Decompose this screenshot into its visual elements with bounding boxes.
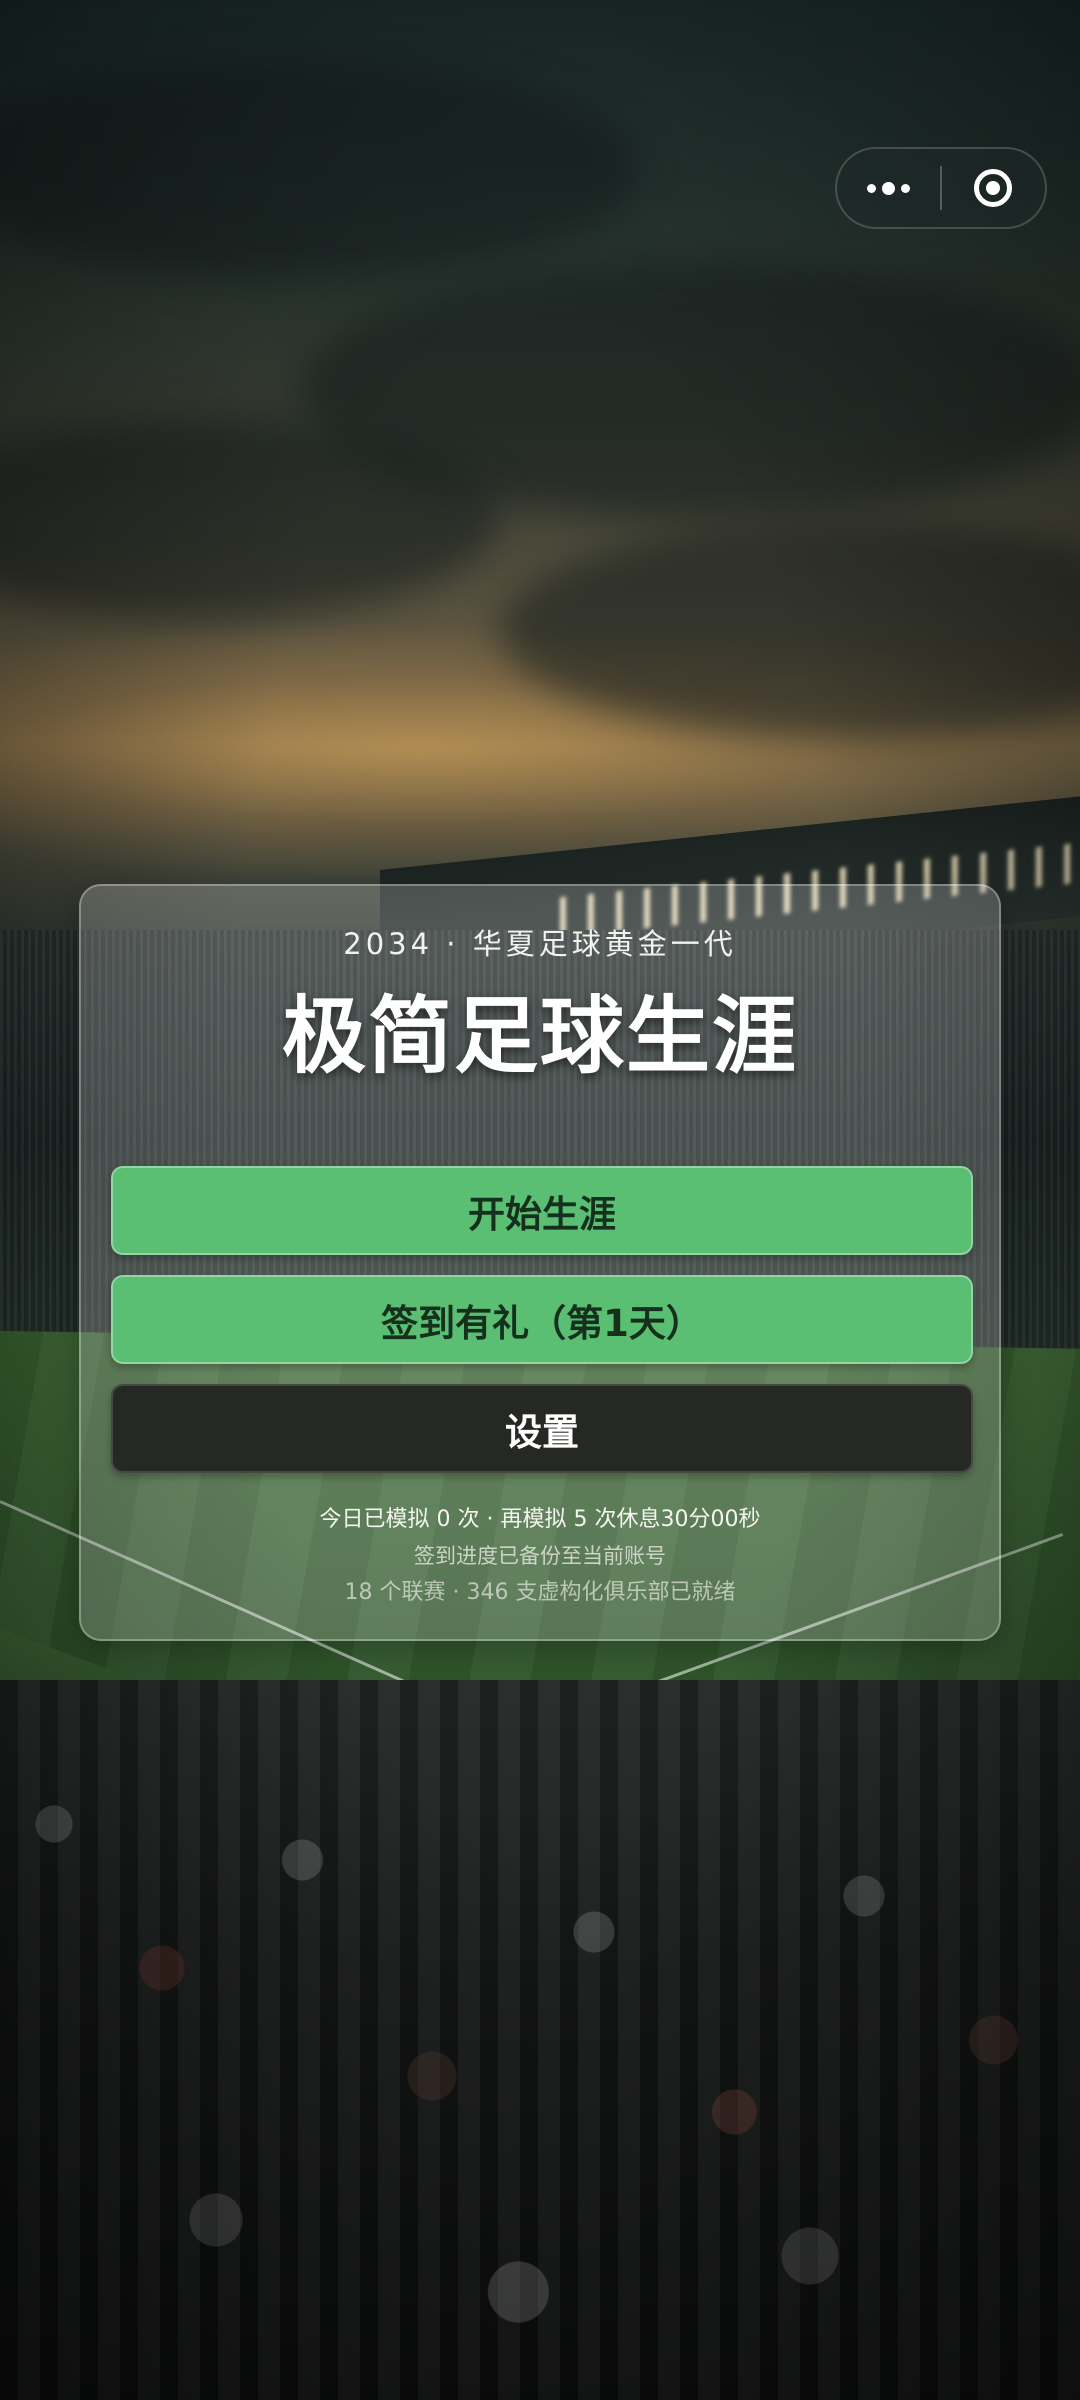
start-career-button[interactable]: 开始生涯 — [111, 1166, 973, 1255]
daily-signin-button[interactable]: 签到有礼（第1天） — [111, 1275, 973, 1364]
backup-status-text: 签到进度已备份至当前账号 — [414, 1544, 666, 1568]
more-button[interactable] — [837, 149, 940, 227]
close-button[interactable] — [942, 149, 1045, 227]
simulation-count-text: 今日已模拟 0 次 · 再模拟 5 次休息30分00秒 — [319, 1507, 761, 1532]
game-title: 极简足球生涯 — [281, 987, 798, 1085]
subtitle: 2034 · 华夏足球黄金一代 — [343, 927, 737, 961]
target-close-icon — [974, 169, 1013, 207]
settings-button[interactable]: 设置 — [111, 1384, 973, 1473]
league-club-info-text: 18 个联赛 · 346 支虚构化俱乐部已就绪 — [344, 1580, 736, 1605]
more-dots-icon — [867, 181, 910, 195]
miniprogram-capsule — [835, 147, 1047, 229]
main-menu-card: 2034 · 华夏足球黄金一代 极简足球生涯 开始生涯 签到有礼（第1天） 设置… — [79, 884, 1001, 1641]
app-screen: 2034 · 华夏足球黄金一代 极简足球生涯 开始生涯 签到有礼（第1天） 设置… — [0, 0, 1080, 2400]
